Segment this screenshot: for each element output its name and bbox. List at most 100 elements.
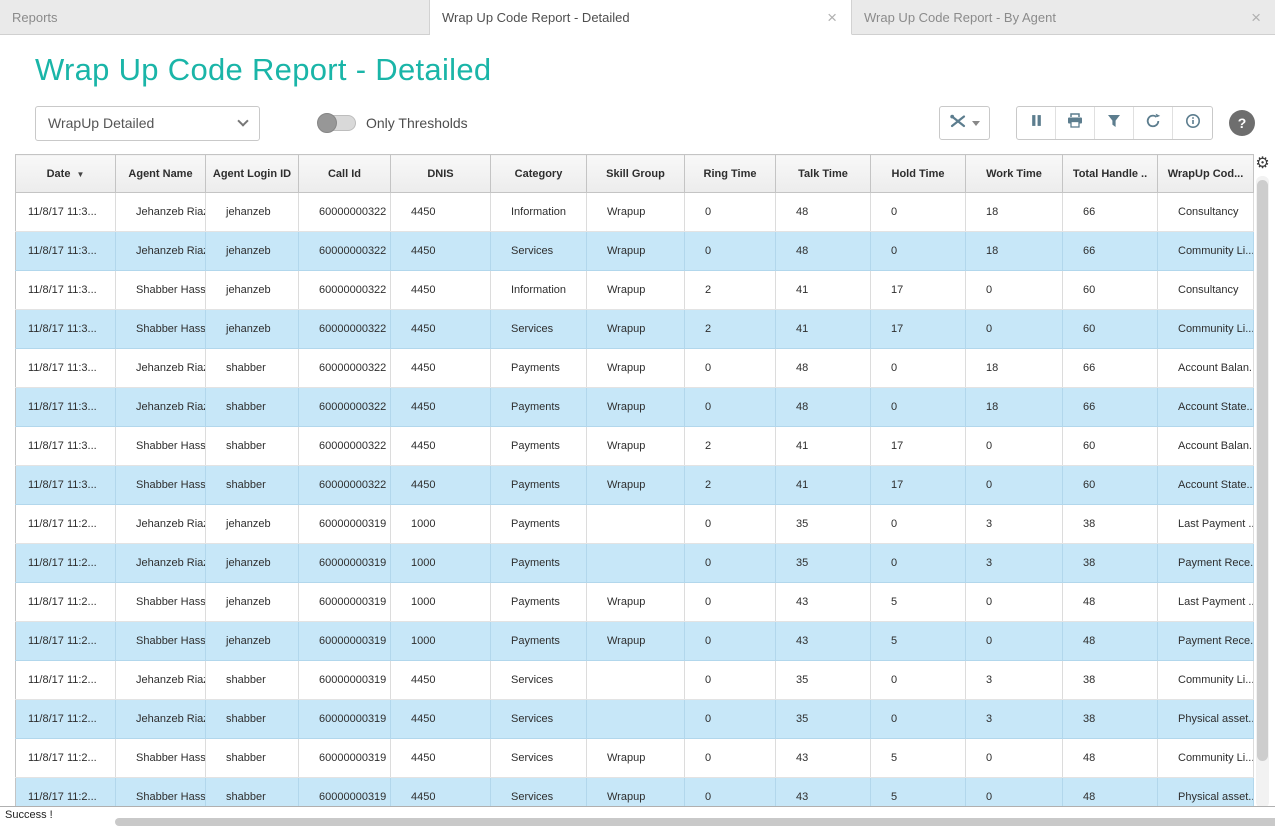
pause-button[interactable] — [1017, 107, 1056, 139]
column-header-date[interactable]: Date▼ — [16, 155, 116, 193]
table-row[interactable]: 11/8/17 11:3...Jehanzeb Riazshabber60000… — [16, 349, 1254, 388]
toggle-knob — [317, 113, 337, 133]
table-row[interactable]: 11/8/17 11:3...Jehanzeb Riazshabber60000… — [16, 388, 1254, 427]
cell-date: 11/8/17 11:2... — [16, 739, 116, 778]
vertical-scroll-thumb[interactable] — [1257, 180, 1268, 761]
cell-hold-time: 5 — [871, 583, 966, 622]
table-row[interactable]: 11/8/17 11:3...Shabber Hass...shabber600… — [16, 427, 1254, 466]
cell-ring-time: 2 — [685, 427, 776, 466]
cell-total-handle: 38 — [1063, 661, 1158, 700]
cell-wrapup-cod: Account State... — [1158, 466, 1254, 505]
cell-ring-time: 0 — [685, 739, 776, 778]
table-row[interactable]: 11/8/17 11:2...Shabber Hass...jehanzeb60… — [16, 622, 1254, 661]
column-header-label: Work Time — [986, 168, 1042, 180]
cell-agent-login-id: jehanzeb — [206, 622, 299, 661]
vertical-scroll-track[interactable] — [1256, 176, 1269, 808]
table-row[interactable]: 11/8/17 11:2...Jehanzeb Riazshabber60000… — [16, 661, 1254, 700]
cell-category: Payments — [491, 466, 587, 505]
close-icon[interactable]: × — [825, 9, 839, 26]
table-row[interactable]: 11/8/17 11:2...Shabber Hass...shabber600… — [16, 739, 1254, 778]
cell-ring-time: 0 — [685, 583, 776, 622]
cell-talk-time: 48 — [776, 193, 871, 232]
close-icon[interactable]: × — [1249, 9, 1263, 26]
cell-hold-time: 0 — [871, 700, 966, 739]
tools-menu-button[interactable] — [939, 106, 990, 140]
cell-talk-time: 48 — [776, 232, 871, 271]
table-row[interactable]: 11/8/17 11:3...Shabber Hass...jehanzeb60… — [16, 310, 1254, 349]
column-header-wrapup-cod[interactable]: WrapUp Cod... — [1158, 155, 1254, 193]
column-header-total-handle[interactable]: Total Handle .. — [1063, 155, 1158, 193]
cell-call-id: 60000000322 — [299, 271, 391, 310]
print-button[interactable] — [1056, 107, 1095, 139]
horizontal-scroll-thumb[interactable] — [115, 818, 1275, 826]
cell-hold-time: 0 — [871, 193, 966, 232]
cell-total-handle: 60 — [1063, 271, 1158, 310]
cell-hold-time: 0 — [871, 661, 966, 700]
cell-talk-time: 35 — [776, 700, 871, 739]
cell-call-id: 60000000322 — [299, 349, 391, 388]
cell-dnis: 4450 — [391, 388, 491, 427]
column-header-dnis[interactable]: DNIS — [391, 155, 491, 193]
cell-date: 11/8/17 11:2... — [16, 661, 116, 700]
table-row[interactable]: 11/8/17 11:3...Shabber Hass...jehanzeb60… — [16, 271, 1254, 310]
cell-date: 11/8/17 11:3... — [16, 466, 116, 505]
table-row[interactable]: 11/8/17 11:2...Jehanzeb Riazjehanzeb6000… — [16, 505, 1254, 544]
cell-skill-group: Wrapup — [587, 388, 685, 427]
cell-hold-time: 5 — [871, 778, 966, 809]
column-header-agent-login-id[interactable]: Agent Login ID — [206, 155, 299, 193]
table-row[interactable]: 11/8/17 11:2...Shabber Hass...shabber600… — [16, 778, 1254, 809]
info-button[interactable] — [1173, 107, 1212, 139]
column-header-agent-name[interactable]: Agent Name — [116, 155, 206, 193]
cell-category: Payments — [491, 622, 587, 661]
report-grid: Date▼Agent NameAgent Login IDCall IdDNIS… — [15, 154, 1254, 808]
cell-agent-name: Jehanzeb Riaz — [116, 193, 206, 232]
help-button[interactable]: ? — [1229, 110, 1255, 136]
table-row[interactable]: 11/8/17 11:3...Jehanzeb Riazjehanzeb6000… — [16, 193, 1254, 232]
table-row[interactable]: 11/8/17 11:2...Jehanzeb Riazshabber60000… — [16, 700, 1254, 739]
cell-wrapup-cod: Physical asset... — [1158, 700, 1254, 739]
cell-agent-login-id: shabber — [206, 388, 299, 427]
refresh-button[interactable] — [1134, 107, 1173, 139]
cell-skill-group: Wrapup — [587, 466, 685, 505]
column-header-ring-time[interactable]: Ring Time — [685, 155, 776, 193]
cell-ring-time: 0 — [685, 622, 776, 661]
cell-work-time: 3 — [966, 505, 1063, 544]
info-icon — [1185, 113, 1201, 134]
column-header-talk-time[interactable]: Talk Time — [776, 155, 871, 193]
cell-call-id: 60000000322 — [299, 310, 391, 349]
column-header-hold-time[interactable]: Hold Time — [871, 155, 966, 193]
cell-ring-time: 2 — [685, 271, 776, 310]
table-row[interactable]: 11/8/17 11:2...Jehanzeb Riazjehanzeb6000… — [16, 544, 1254, 583]
cell-dnis: 4450 — [391, 739, 491, 778]
column-header-call-id[interactable]: Call Id — [299, 155, 391, 193]
table-row[interactable]: 11/8/17 11:3...Jehanzeb Riazjehanzeb6000… — [16, 232, 1254, 271]
cell-category: Payments — [491, 544, 587, 583]
table-row[interactable]: 11/8/17 11:3...Shabber Hass...shabber600… — [16, 466, 1254, 505]
cell-hold-time: 0 — [871, 544, 966, 583]
filter-button[interactable] — [1095, 107, 1134, 139]
view-selector-dropdown[interactable]: WrapUp Detailed — [35, 106, 260, 141]
cell-date: 11/8/17 11:3... — [16, 271, 116, 310]
cell-work-time: 0 — [966, 622, 1063, 661]
cell-skill-group: Wrapup — [587, 232, 685, 271]
cell-ring-time: 0 — [685, 232, 776, 271]
grid-settings-gear-icon[interactable]: ⚙ — [1255, 154, 1269, 174]
tab-reports[interactable]: Reports — [0, 0, 430, 35]
cell-wrapup-cod: Payment Rece... — [1158, 622, 1254, 661]
column-header-skill-group[interactable]: Skill Group — [587, 155, 685, 193]
column-header-category[interactable]: Category — [491, 155, 587, 193]
cell-wrapup-cod: Community Li... — [1158, 232, 1254, 271]
cell-dnis: 4450 — [391, 193, 491, 232]
column-header-label: Talk Time — [798, 168, 848, 180]
cell-dnis: 4450 — [391, 778, 491, 809]
cell-agent-name: Shabber Hass... — [116, 271, 206, 310]
cell-agent-name: Jehanzeb Riaz — [116, 349, 206, 388]
column-header-work-time[interactable]: Work Time — [966, 155, 1063, 193]
cell-total-handle: 38 — [1063, 700, 1158, 739]
only-thresholds-toggle[interactable] — [318, 115, 356, 131]
table-row[interactable]: 11/8/17 11:2...Shabber Hass...jehanzeb60… — [16, 583, 1254, 622]
tab-bar: Reports Wrap Up Code Report - Detailed ×… — [0, 0, 1275, 35]
cell-work-time: 3 — [966, 661, 1063, 700]
tab-wrapup-detailed[interactable]: Wrap Up Code Report - Detailed × — [430, 0, 852, 35]
tab-wrapup-by-agent[interactable]: Wrap Up Code Report - By Agent × — [852, 0, 1275, 35]
